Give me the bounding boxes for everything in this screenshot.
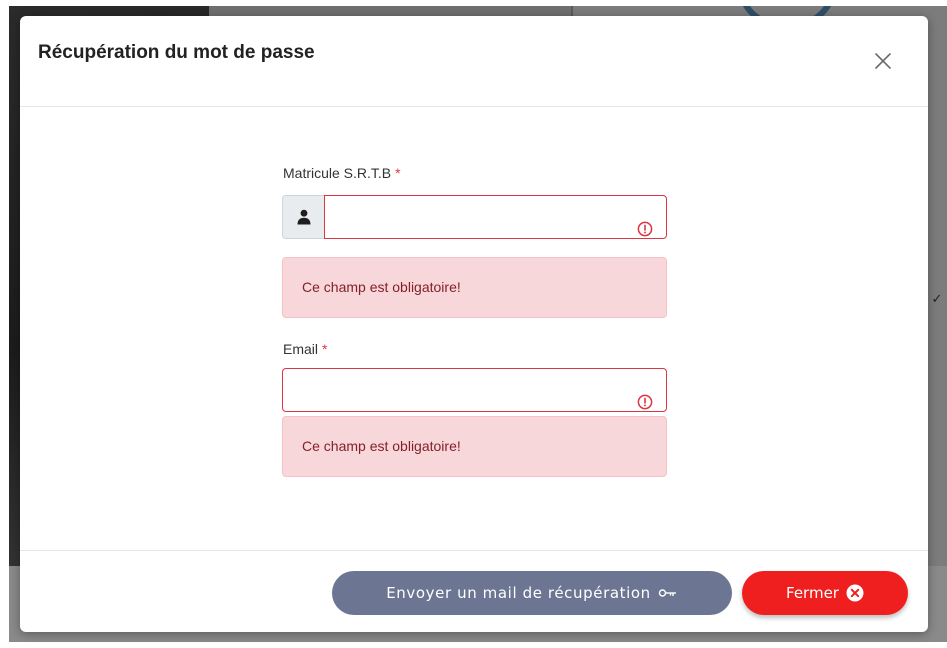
email-label-text: Email [283,341,319,357]
matricule-error-alert: Ce champ est obligatoire! [282,257,667,318]
exclamation-circle-icon [637,394,653,410]
key-icon [658,589,676,597]
close-icon [875,53,891,69]
email-label: Email * [283,341,327,357]
send-recovery-email-label: Envoyer un mail de récupération [386,584,651,602]
modal-body: Matricule S.R.T.B * Ce champ est obligato… [20,107,928,550]
modal-title: Récupération du mot de passe [38,42,315,63]
x-circle-icon [846,584,864,602]
matricule-input[interactable] [324,195,667,239]
email-input[interactable] [282,368,667,412]
matricule-label: Matricule S.R.T.B * [283,165,401,181]
required-mark: * [395,165,401,181]
send-recovery-email-button[interactable]: Envoyer un mail de récupération [332,571,732,615]
email-error-alert: Ce champ est obligatoire! [282,416,667,477]
matricule-input-group [282,195,667,239]
matricule-input-prefix [282,195,324,239]
matricule-label-text: Matricule S.R.T.B [283,165,392,181]
modal-footer: Envoyer un mail de récupération Fermer [20,550,928,632]
background-edge-icon: ✓ [931,291,943,306]
required-mark: * [322,341,328,357]
password-recovery-modal: Récupération du mot de passe Matricule S… [20,16,928,632]
close-button-label: Fermer [786,584,839,602]
modal-close-button[interactable] [872,50,894,72]
user-icon [297,209,311,225]
close-button[interactable]: Fermer [742,571,908,615]
modal-header: Récupération du mot de passe [20,16,928,107]
exclamation-circle-icon [637,221,653,237]
